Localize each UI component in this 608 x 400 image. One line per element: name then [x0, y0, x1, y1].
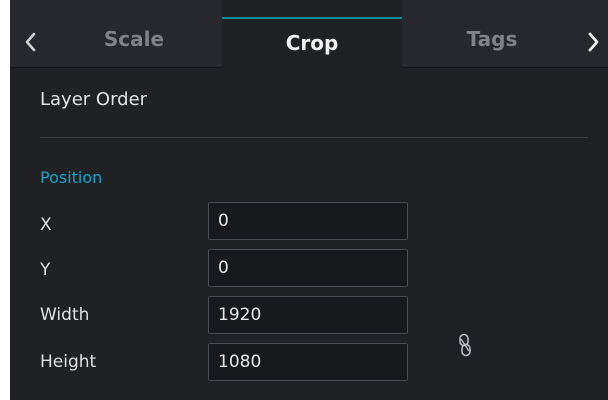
height-label: Height: [40, 352, 97, 372]
tab-crop-label: Crop: [285, 31, 339, 55]
x-label: X: [40, 215, 52, 235]
chevron-left-icon[interactable]: [18, 28, 42, 56]
y-input[interactable]: [208, 249, 408, 287]
tab-scale[interactable]: Scale: [48, 0, 220, 68]
y-label: Y: [40, 260, 51, 280]
width-input[interactable]: [208, 296, 408, 334]
tab-tags-label: Tags: [466, 27, 518, 51]
properties-panel: Scale Crop Tags Layer Order Position X Y…: [10, 0, 608, 400]
section-divider: [40, 137, 588, 138]
tab-bar: Scale Crop Tags: [10, 0, 608, 68]
position-section-title: Position: [40, 168, 103, 187]
chevron-right-icon[interactable]: [582, 28, 606, 56]
chain-link-icon[interactable]: [457, 333, 473, 357]
tab-crop[interactable]: Crop: [222, 0, 402, 68]
x-input[interactable]: [208, 202, 408, 240]
layer-order-label: Layer Order: [40, 89, 148, 110]
width-label: Width: [40, 305, 90, 325]
tab-tags[interactable]: Tags: [406, 0, 578, 68]
tab-scale-label: Scale: [103, 27, 165, 51]
height-input[interactable]: [208, 343, 408, 381]
